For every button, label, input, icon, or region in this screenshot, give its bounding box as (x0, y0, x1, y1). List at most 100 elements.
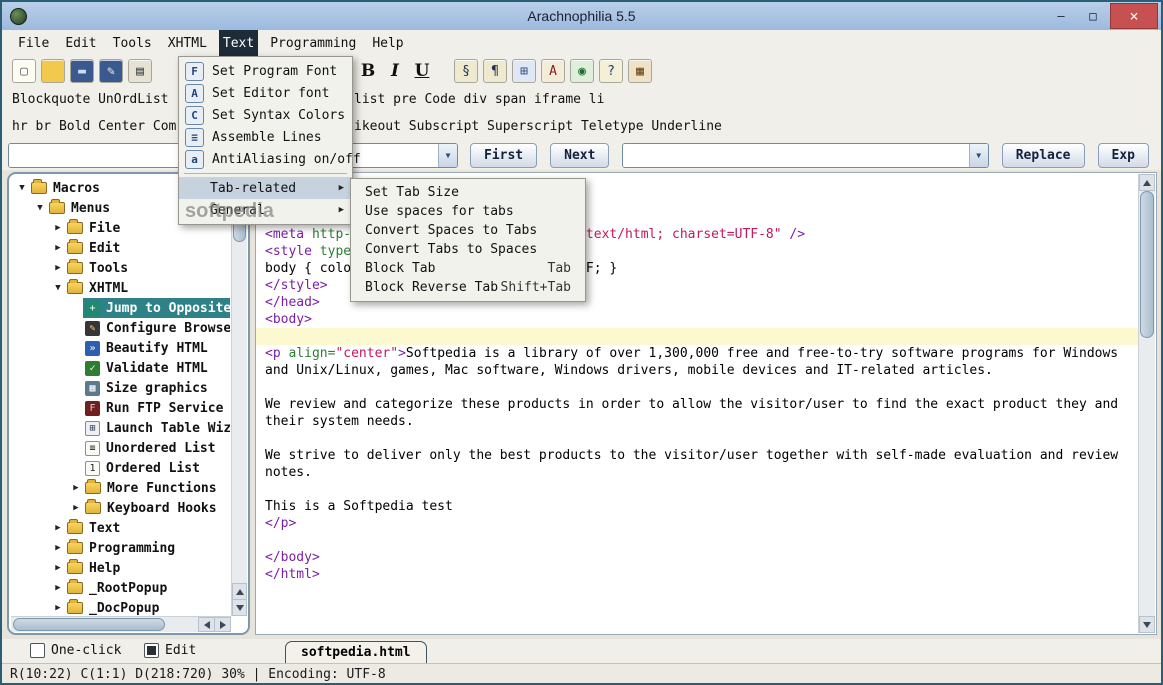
special-chars-icon[interactable]: § (454, 59, 478, 83)
find-dropdown-icon[interactable]: ▼ (438, 143, 457, 167)
tree-collapsed-arrow-icon[interactable]: ▶ (69, 503, 83, 513)
tree-item-xhtml[interactable]: ▼ XHTML (11, 278, 230, 298)
tree-item-more-functions[interactable]: ▶ More Functions (11, 478, 230, 498)
print-icon[interactable]: ▤ (128, 59, 152, 83)
tree-item-text[interactable]: ▶ Text (11, 518, 230, 538)
edit-option[interactable]: Edit (144, 643, 196, 658)
tag-buttons-left[interactable]: Blockquote UnOrdList (12, 92, 169, 107)
submenu-item-block-reverse-tab[interactable]: Block Reverse Tab Shift+Tab (351, 278, 585, 297)
bold-icon[interactable]: B (357, 60, 379, 82)
tree-item-help[interactable]: ▶ Help (11, 558, 230, 578)
tree-item-label: Validate HTML (106, 360, 208, 376)
tree-item-validate-html[interactable]: Validate HTML (11, 358, 230, 378)
tree-expanded-arrow-icon[interactable]: ▼ (51, 283, 65, 293)
menubar-item-tools[interactable]: Tools (109, 30, 156, 56)
tree-scroll-right-button[interactable] (214, 617, 231, 632)
submenu-item-block-tab[interactable]: Block Tab Tab (351, 259, 585, 278)
tree-expanded-arrow-icon[interactable]: ▼ (15, 183, 29, 193)
close-button[interactable]: × (1110, 3, 1158, 29)
tree-scroll-down-button[interactable] (232, 599, 247, 616)
next-button[interactable]: Next (550, 142, 610, 168)
first-button[interactable]: First (470, 142, 538, 168)
menubar-item-xhtml[interactable]: XHTML (164, 30, 211, 56)
tree-hscroll-thumb[interactable] (13, 618, 165, 631)
tree-collapsed-arrow-icon[interactable]: ▶ (69, 483, 83, 493)
submenu-item-use-spaces-for-tabs[interactable]: Use spaces for tabs (351, 202, 585, 221)
table-icon[interactable]: ⊞ (512, 59, 536, 83)
maximize-button[interactable]: □ (1078, 5, 1108, 27)
menu-item-general[interactable]: General ▶ (179, 199, 352, 221)
html-entities-icon[interactable]: ¶ (483, 59, 507, 83)
menu-item-set-program-font[interactable]: F Set Program Font (179, 60, 352, 82)
tree-item-docpopup[interactable]: ▶ _DocPopup (11, 598, 230, 615)
tree-row-body: Run FTP Service (83, 398, 230, 418)
editor-scroll-up-button[interactable] (1139, 174, 1155, 191)
tree-collapsed-arrow-icon[interactable]: ▶ (51, 523, 65, 533)
menubar-item-edit[interactable]: Edit (61, 30, 100, 56)
tree-vertical-scrollbar[interactable] (231, 176, 247, 616)
save-icon[interactable]: ▬ (70, 59, 94, 83)
open-folder-icon[interactable] (41, 59, 65, 83)
tree-item-edit[interactable]: ▶ Edit (11, 238, 230, 258)
tree-expanded-arrow-icon[interactable]: ▼ (33, 203, 47, 213)
tree-collapsed-arrow-icon[interactable]: ▶ (51, 543, 65, 553)
editor-vscroll-thumb[interactable] (1140, 191, 1154, 338)
tree-item-size-graphics[interactable]: Size graphics (11, 378, 230, 398)
browser-icon[interactable]: ◉ (570, 59, 594, 83)
menubar-item-help[interactable]: Help (368, 30, 407, 56)
menubar-item-text[interactable]: Text (218, 30, 259, 56)
tree-item-configure-browsers[interactable]: Configure Browsers (11, 318, 230, 338)
tree-item-keyboard-hooks[interactable]: ▶ Keyboard Hooks (11, 498, 230, 518)
menubar-item-programming[interactable]: Programming (266, 30, 360, 56)
tag-buttons-right[interactable]: ikeout Subscript Superscript Teletype Un… (354, 119, 722, 134)
new-file-icon[interactable]: ▢ (12, 59, 36, 83)
tree-item-tools[interactable]: ▶ Tools (11, 258, 230, 278)
tree-row-body: Launch Table Wizard (83, 418, 230, 438)
menu-item-set-editor-font[interactable]: A Set Editor font (179, 82, 352, 104)
tree-scroll-left-button[interactable] (198, 617, 215, 632)
replace-button[interactable]: Replace (1001, 142, 1085, 168)
tree-collapsed-arrow-icon[interactable]: ▶ (51, 583, 65, 593)
one-click-option[interactable]: One-click (30, 643, 121, 658)
underline-icon[interactable]: U (411, 60, 433, 82)
frames-icon[interactable]: ▦ (628, 59, 652, 83)
help-icon[interactable]: ? (599, 59, 623, 83)
tree-collapsed-arrow-icon[interactable]: ▶ (51, 223, 65, 233)
editor-vertical-scrollbar[interactable] (1138, 174, 1155, 633)
tree-collapsed-arrow-icon[interactable]: ▶ (51, 563, 65, 573)
replace-input[interactable] (623, 143, 969, 167)
menu-item-set-syntax-colors[interactable]: C Set Syntax Colors (179, 104, 352, 126)
tree-scroll-up-button[interactable] (232, 583, 247, 600)
exp-button[interactable]: Exp (1097, 142, 1149, 168)
tree-horizontal-scrollbar[interactable] (11, 616, 231, 632)
one-click-checkbox[interactable] (30, 643, 45, 658)
document-tab[interactable]: softpedia.html (285, 641, 427, 663)
tree-item-beautify-html[interactable]: Beautify HTML (11, 338, 230, 358)
editor-scroll-down-button[interactable] (1139, 616, 1155, 633)
tag-buttons-right[interactable]: list pre Code div span iframe li (354, 92, 604, 107)
menu-item-tab-related[interactable]: Tab-related ▶ (179, 177, 352, 199)
tree-item-unordered-list[interactable]: Unordered List (11, 438, 230, 458)
tree-item-rootpopup[interactable]: ▶ _RootPopup (11, 578, 230, 598)
tree-collapsed-arrow-icon[interactable]: ▶ (51, 603, 65, 613)
tree-collapsed-arrow-icon[interactable]: ▶ (51, 243, 65, 253)
edit-checkbox[interactable] (144, 643, 159, 658)
minimize-button[interactable]: — (1046, 5, 1076, 27)
tree-collapsed-arrow-icon[interactable]: ▶ (51, 263, 65, 273)
submenu-item-convert-spaces-to-tabs[interactable]: Convert Spaces to Tabs (351, 221, 585, 240)
tree-item-launch-table-wizard[interactable]: Launch Table Wizard (11, 418, 230, 438)
tree-item-run-ftp-service[interactable]: Run FTP Service (11, 398, 230, 418)
font-icon[interactable]: A (541, 59, 565, 83)
menubar-item-file[interactable]: File (14, 30, 53, 56)
tree-item-ordered-list[interactable]: Ordered List (11, 458, 230, 478)
submenu-item-set-tab-size[interactable]: Set Tab Size (351, 183, 585, 202)
tag-buttons-left[interactable]: hr br Bold Center Com (12, 119, 176, 134)
replace-dropdown-icon[interactable]: ▼ (968, 143, 988, 167)
tree-item-programming[interactable]: ▶ Programming (11, 538, 230, 558)
tree-item-jump-to-opposite-tag[interactable]: Jump to Opposite Tag (11, 298, 230, 318)
menu-item-assemble-lines[interactable]: ≡ Assemble Lines (179, 126, 352, 148)
save-as-icon[interactable]: ✎ (99, 59, 123, 83)
italic-icon[interactable]: I (384, 60, 406, 82)
submenu-item-convert-tabs-to-spaces[interactable]: Convert Tabs to Spaces (351, 240, 585, 259)
menu-item-antialiasing-on-off[interactable]: a AntiAliasing on/off (179, 148, 361, 170)
